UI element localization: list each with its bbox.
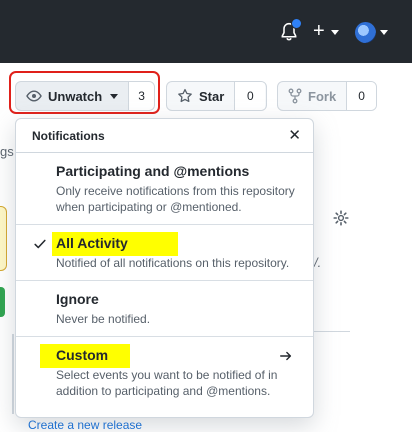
option-description: Never be notified.	[56, 312, 151, 326]
fork-button-group: Fork 0	[277, 81, 377, 111]
chevron-down-icon[interactable]	[331, 30, 339, 35]
menu-header: Notifications ✕	[16, 119, 313, 153]
create-release-link[interactable]: Create a new release	[28, 418, 142, 432]
option-title: Ignore	[56, 291, 99, 307]
chevron-down-icon[interactable]	[380, 30, 388, 35]
fork-label: Fork	[308, 88, 337, 104]
repo-forked-icon	[288, 88, 302, 104]
avatar[interactable]	[355, 22, 376, 43]
fork-button[interactable]: Fork	[278, 82, 348, 110]
forks-count[interactable]: 0	[347, 82, 376, 110]
unread-indicator	[291, 18, 302, 29]
option-title: Custom	[56, 347, 109, 363]
star-button-group: Star 0	[166, 81, 267, 111]
banner-edge	[0, 206, 7, 271]
star-button[interactable]: Star	[167, 82, 236, 110]
check-icon	[34, 239, 46, 249]
notifications-menu: Notifications ✕ Participating and @menti…	[15, 118, 314, 418]
star-label: Star	[199, 88, 225, 104]
option-description: Notified of all notifications on this re…	[56, 256, 290, 270]
code-button-edge[interactable]	[0, 287, 5, 317]
global-header: +	[0, 0, 412, 63]
star-icon	[178, 88, 192, 103]
about-text-fragment: /.	[314, 255, 322, 270]
menu-title: Notifications	[32, 128, 105, 143]
annotation-highlight	[9, 71, 160, 114]
option-custom[interactable]: Custom Select events you want to be noti…	[16, 337, 313, 408]
option-title: All Activity	[56, 235, 128, 251]
option-title: Participating and @mentions	[56, 163, 250, 179]
option-description: Select events you want to be notified of…	[56, 368, 278, 398]
gear-icon[interactable]	[333, 210, 349, 226]
stars-count[interactable]: 0	[235, 82, 266, 110]
option-all-activity[interactable]: All Activity Notified of all notificatio…	[16, 225, 313, 281]
create-new-button[interactable]: +	[313, 21, 325, 41]
tab-label-fragment[interactable]: gs	[0, 144, 14, 159]
divider	[314, 331, 350, 332]
option-ignore[interactable]: Ignore Never be notified.	[16, 281, 313, 337]
option-description: Only receive notifications from this rep…	[56, 184, 295, 214]
panel-border	[12, 334, 14, 414]
option-participating[interactable]: Participating and @mentions Only receive…	[16, 153, 313, 225]
close-icon[interactable]: ✕	[288, 128, 301, 143]
